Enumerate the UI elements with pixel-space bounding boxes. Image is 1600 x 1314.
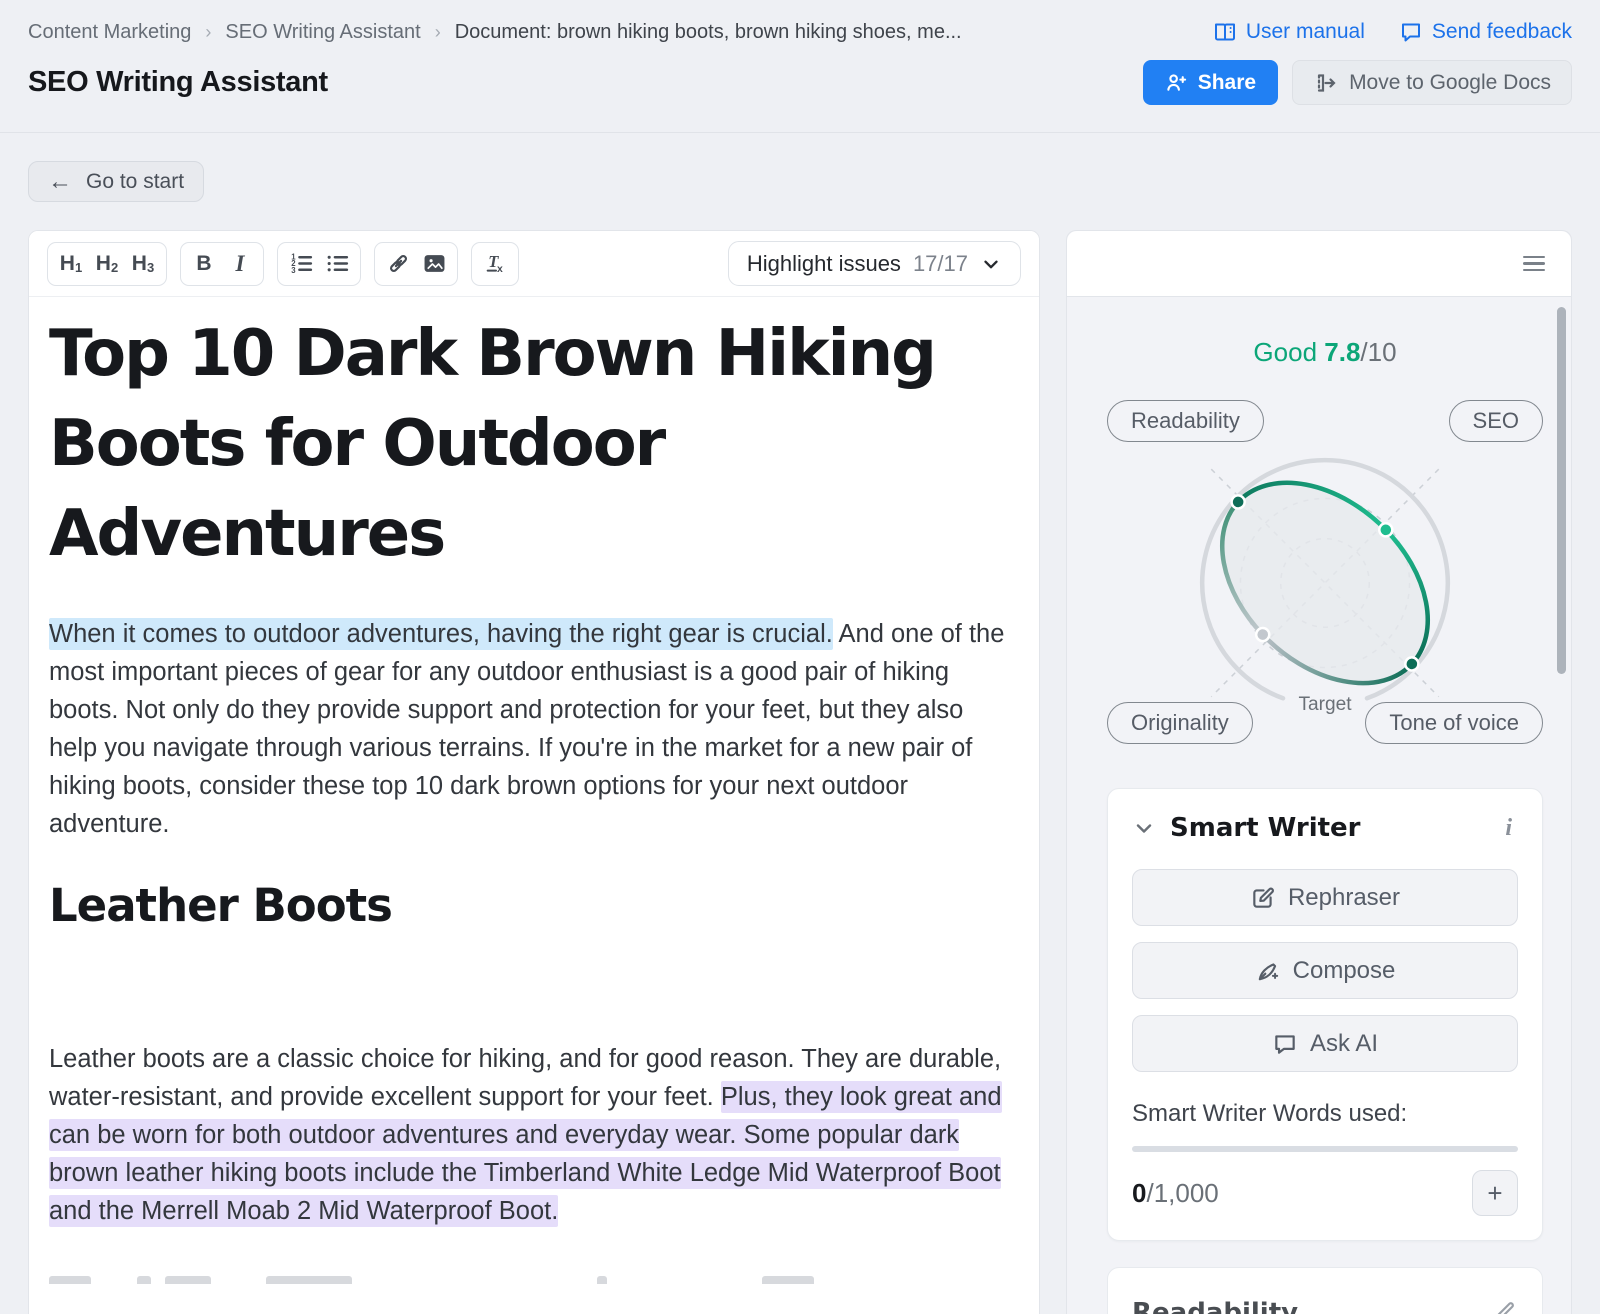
move-to-docs-label: Move to Google Docs: [1349, 71, 1551, 95]
bold-button[interactable]: B: [186, 246, 222, 282]
words-used-progress-bar: [1132, 1146, 1518, 1152]
clear-group: Tx: [471, 242, 519, 286]
rephraser-label: Rephraser: [1288, 884, 1400, 912]
document-paragraph-2[interactable]: Leather boots are a classic choice for h…: [49, 1040, 1015, 1230]
plus-icon: +: [1487, 1178, 1502, 1209]
readability-pill[interactable]: Readability: [1107, 400, 1264, 442]
breadcrumb-separator-icon: ›: [205, 22, 211, 43]
person-plus-icon: [1165, 71, 1188, 94]
move-to-google-docs-button[interactable]: Move to Google Docs: [1292, 60, 1572, 105]
highlight-issues-dropdown[interactable]: Highlight issues 17/17: [728, 241, 1021, 286]
document-heading-2[interactable]: Leather Boots: [49, 879, 1013, 932]
chat-bubble-icon: [1272, 1031, 1298, 1057]
export-icon: [1313, 71, 1337, 95]
book-icon: [1213, 20, 1237, 44]
page-title: SEO Writing Assistant: [28, 66, 328, 99]
sidebar-scrollbar[interactable]: [1557, 307, 1566, 674]
go-to-start-label: Go to start: [86, 170, 184, 194]
ask-ai-button[interactable]: Ask AI: [1132, 1015, 1518, 1072]
chevron-down-icon[interactable]: [1132, 816, 1156, 840]
words-used-label: Smart Writer Words used:: [1132, 1100, 1518, 1128]
h2-button[interactable]: H2: [89, 246, 125, 282]
ask-ai-label: Ask AI: [1310, 1030, 1378, 1058]
link-icon[interactable]: [380, 246, 416, 282]
breadcrumb: Content Marketing › SEO Writing Assistan…: [28, 0, 1572, 44]
paragraph-1-text: And one of the most important pieces of …: [49, 620, 1004, 838]
highlight-issues-label: Highlight issues: [747, 251, 901, 277]
ordered-list-icon[interactable]: 123: [283, 246, 319, 282]
overall-score: Good 7.8/10: [1107, 337, 1543, 368]
user-manual-label: User manual: [1246, 20, 1365, 44]
top-header: Content Marketing › SEO Writing Assistan…: [0, 0, 1600, 133]
score-max: /10: [1360, 337, 1396, 367]
image-icon[interactable]: [416, 246, 452, 282]
add-words-button[interactable]: +: [1472, 1170, 1518, 1216]
readability-section-title: Readability: [1132, 1298, 1298, 1314]
target-label: Target: [1298, 694, 1352, 715]
chat-bubble-icon: [1399, 20, 1423, 44]
compose-label: Compose: [1293, 957, 1396, 985]
breadcrumb-seo-writing-assistant[interactable]: SEO Writing Assistant: [225, 21, 420, 44]
insert-group: [374, 242, 458, 286]
send-feedback-label: Send feedback: [1432, 20, 1572, 44]
smart-writer-title: Smart Writer: [1170, 813, 1361, 843]
send-feedback-link[interactable]: Send feedback: [1399, 20, 1572, 44]
pencil-icon[interactable]: [1492, 1298, 1518, 1314]
score-label: Good: [1253, 337, 1317, 367]
readability-panel: Readability: [1107, 1267, 1543, 1314]
h1-button[interactable]: H1: [53, 246, 89, 282]
go-to-start-button[interactable]: ← Go to start: [28, 161, 204, 202]
smart-writer-panel: Smart Writer i Rephraser Compose Ask AI …: [1107, 788, 1543, 1241]
words-used-counter: 0/1,000: [1132, 1178, 1219, 1209]
bullet-list-icon[interactable]: [319, 246, 355, 282]
issues-count: 17/17: [913, 251, 968, 277]
editor-panel: H1 H2 H3 B I 123: [28, 230, 1040, 1314]
document-title[interactable]: Top 10 Dark Brown Hiking Boots for Outdo…: [49, 309, 999, 579]
heading-group: H1 H2 H3: [47, 242, 167, 286]
document-editor[interactable]: Top 10 Dark Brown Hiking Boots for Outdo…: [29, 297, 1039, 1284]
breadcrumb-document: Document: brown hiking boots, brown hiki…: [455, 21, 962, 44]
score-sidebar: Good 7.8/10 Readability SEO: [1066, 230, 1572, 1314]
clipped-next-line: [49, 1276, 1013, 1284]
compose-button[interactable]: Compose: [1132, 942, 1518, 999]
share-label: Share: [1198, 71, 1256, 95]
score-gauge: Target: [1169, 446, 1481, 736]
magic-pen-icon: [1255, 958, 1281, 984]
sidebar-header: [1067, 231, 1571, 297]
svg-text:x: x: [497, 264, 503, 275]
clear-formatting-icon[interactable]: Tx: [477, 246, 513, 282]
svg-text:3: 3: [291, 266, 296, 275]
share-button[interactable]: Share: [1143, 60, 1278, 105]
editor-toolbar: H1 H2 H3 B I 123: [29, 231, 1039, 297]
menu-icon[interactable]: [1523, 256, 1545, 272]
tone-of-voice-pill[interactable]: Tone of voice: [1365, 702, 1543, 744]
breadcrumb-content-marketing[interactable]: Content Marketing: [28, 21, 191, 44]
rephraser-button[interactable]: Rephraser: [1132, 869, 1518, 926]
originality-pill[interactable]: Originality: [1107, 702, 1253, 744]
score-value: 7.8: [1324, 337, 1360, 367]
breadcrumb-separator-icon: ›: [435, 22, 441, 43]
format-group: B I: [180, 242, 264, 286]
highlighted-sentence-blue[interactable]: When it comes to outdoor adventures, hav…: [49, 618, 833, 650]
seo-pill[interactable]: SEO: [1449, 400, 1543, 442]
user-manual-link[interactable]: User manual: [1213, 20, 1365, 44]
words-used-value: 0: [1132, 1178, 1146, 1208]
words-limit: /1,000: [1146, 1178, 1218, 1208]
italic-button[interactable]: I: [222, 246, 258, 282]
pencil-square-icon: [1250, 885, 1276, 911]
chevron-down-icon: [980, 253, 1002, 275]
document-paragraph-1[interactable]: When it comes to outdoor adventures, hav…: [49, 615, 1015, 843]
arrow-left-icon: ←: [48, 170, 72, 194]
info-icon[interactable]: i: [1499, 815, 1518, 842]
list-group: 123: [277, 242, 361, 286]
h3-button[interactable]: H3: [125, 246, 161, 282]
